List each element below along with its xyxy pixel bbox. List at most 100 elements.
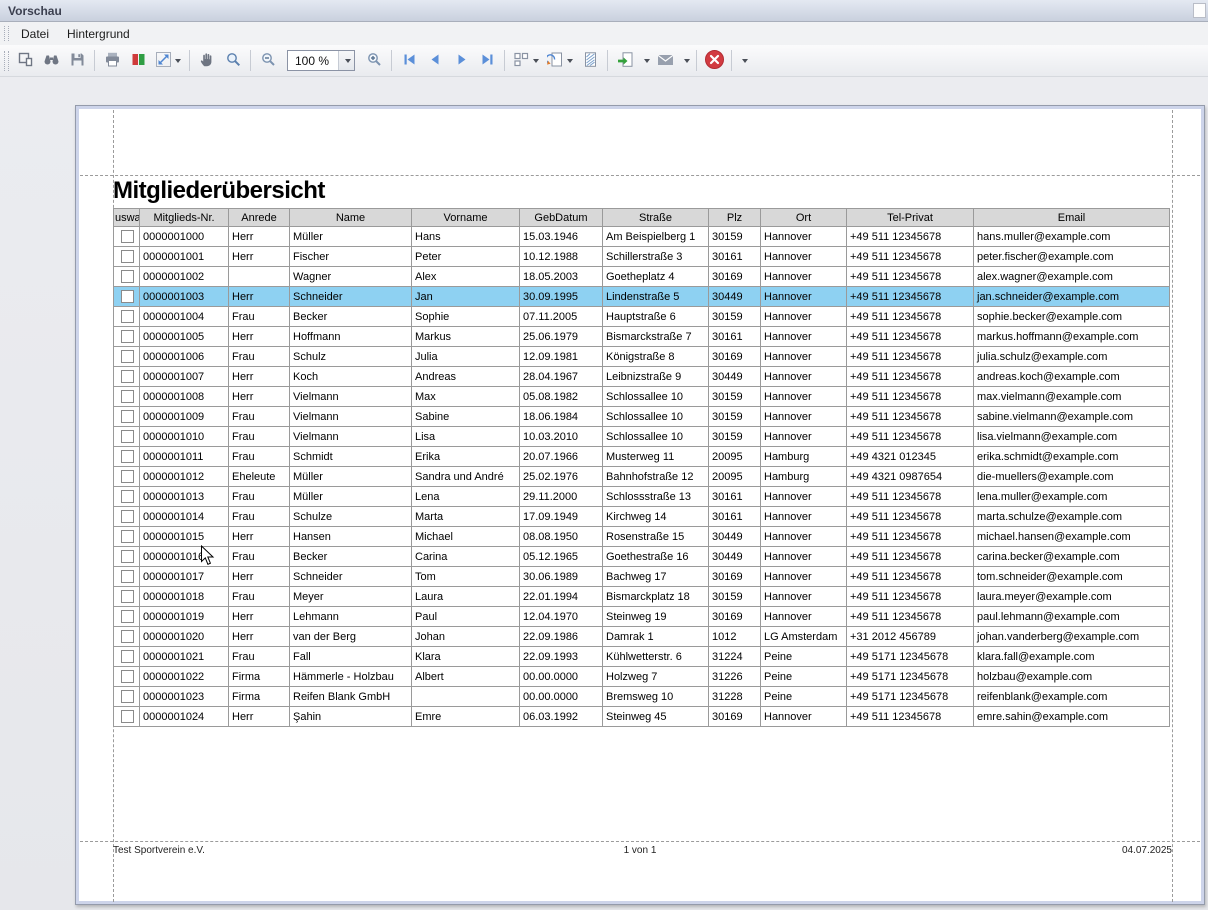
row-checkbox[interactable]: [121, 330, 134, 343]
table-cell: 20095: [709, 447, 761, 467]
table-cell: Albert: [412, 667, 520, 687]
last-page-button[interactable]: [474, 48, 500, 74]
table-row[interactable]: 0000001006FrauSchulzJulia12.09.1981König…: [114, 347, 1170, 367]
table-row[interactable]: 0000001022FirmaHämmerle - HolzbauAlbert0…: [114, 667, 1170, 687]
table-row[interactable]: 0000001013FrauMüllerLena29.11.2000Schlos…: [114, 487, 1170, 507]
find-button[interactable]: [38, 48, 64, 74]
scale-button[interactable]: [151, 48, 185, 74]
preview-surface[interactable]: Mitgliederübersicht uswaMitglieds-Nr.Anr…: [0, 77, 1208, 910]
watermark-button[interactable]: [543, 48, 577, 74]
first-page-button[interactable]: [396, 48, 422, 74]
zoom-level-combobox[interactable]: 100 %: [287, 50, 355, 71]
row-checkbox[interactable]: [121, 270, 134, 283]
row-checkbox[interactable]: [121, 710, 134, 723]
export-button[interactable]: [612, 48, 638, 74]
save-button[interactable]: [64, 48, 90, 74]
table-row[interactable]: 0000001017HerrSchneiderTom30.06.1989Bach…: [114, 567, 1170, 587]
row-checkbox[interactable]: [121, 390, 134, 403]
table-row[interactable]: 0000001020Herrvan der BergJohan22.09.198…: [114, 627, 1170, 647]
row-checkbox[interactable]: [121, 530, 134, 543]
page-setup-button[interactable]: [12, 48, 38, 74]
table-row[interactable]: 0000001007HerrKochAndreas28.04.1967Leibn…: [114, 367, 1170, 387]
email-options-button[interactable]: [678, 49, 692, 73]
row-checkbox[interactable]: [121, 350, 134, 363]
row-checkbox[interactable]: [121, 470, 134, 483]
table-row[interactable]: 0000001005HerrHoffmannMarkus25.06.1979Bi…: [114, 327, 1170, 347]
row-checkbox[interactable]: [121, 410, 134, 423]
row-checkbox[interactable]: [121, 490, 134, 503]
zoom-tool-button[interactable]: [220, 48, 246, 74]
row-checkbox[interactable]: [121, 690, 134, 703]
table-row[interactable]: 0000001000HerrMüllerHans15.03.1946Am Bei…: [114, 227, 1170, 247]
table-row[interactable]: 0000001014FrauSchulzeMarta17.09.1949Kirc…: [114, 507, 1170, 527]
hand-tool-button[interactable]: [194, 48, 220, 74]
row-checkbox[interactable]: [121, 290, 134, 303]
table-cell: 0000001010: [140, 427, 229, 447]
row-checkbox[interactable]: [121, 310, 134, 323]
table-row[interactable]: 0000001003HerrSchneiderJan30.09.1995Lind…: [114, 287, 1170, 307]
close-preview-button[interactable]: [701, 48, 727, 74]
table-cell: Schneider: [290, 287, 412, 307]
table-row[interactable]: 0000001004FrauBeckerSophie07.11.2005Haup…: [114, 307, 1170, 327]
table-cell: Firma: [229, 687, 290, 707]
table-cell: Alex: [412, 267, 520, 287]
table-row[interactable]: 0000001012EheleuteMüllerSandra und André…: [114, 467, 1170, 487]
table-row[interactable]: 0000001015HerrHansenMichael08.08.1950Ros…: [114, 527, 1170, 547]
table-cell: Vielmann: [290, 407, 412, 427]
row-checkbox[interactable]: [121, 550, 134, 563]
menu-hintergrund[interactable]: Hintergrund: [58, 24, 139, 44]
export-options-button[interactable]: [638, 49, 652, 73]
print-button[interactable]: [99, 48, 125, 74]
row-checkbox[interactable]: [121, 430, 134, 443]
row-checkbox[interactable]: [121, 510, 134, 523]
zoom-out-button[interactable]: [255, 48, 281, 74]
zoom-in-button[interactable]: [361, 48, 387, 74]
table-cell: Steinweg 19: [603, 607, 709, 627]
zoom-combobox-dropdown[interactable]: [338, 51, 354, 70]
table-cell: Kühlwetterstr. 6: [603, 647, 709, 667]
row-checkbox[interactable]: [121, 630, 134, 643]
toolbar-grip[interactable]: [4, 51, 9, 71]
row-checkbox[interactable]: [121, 570, 134, 583]
table-row[interactable]: 0000001019HerrLehmannPaul12.04.1970Stein…: [114, 607, 1170, 627]
row-checkbox[interactable]: [121, 590, 134, 603]
table-cell: michael.hansen@example.com: [974, 527, 1170, 547]
next-page-button[interactable]: [448, 48, 474, 74]
row-checkbox[interactable]: [121, 450, 134, 463]
report-page: Mitgliederübersicht uswaMitglieds-Nr.Anr…: [75, 105, 1205, 905]
row-checkbox[interactable]: [121, 230, 134, 243]
table-row[interactable]: 0000001023FirmaReifen Blank GmbH00.00.00…: [114, 687, 1170, 707]
row-checkbox[interactable]: [121, 650, 134, 663]
checkbox-cell: [114, 387, 140, 407]
page-color-button[interactable]: [125, 48, 151, 74]
window-control-button[interactable]: [1193, 3, 1206, 18]
table-row[interactable]: 0000001011FrauSchmidtErika20.07.1966Must…: [114, 447, 1170, 467]
table-cell: Max: [412, 387, 520, 407]
row-checkbox[interactable]: [121, 250, 134, 263]
table-cell: 25.02.1976: [520, 467, 603, 487]
page-background-button[interactable]: [577, 48, 603, 74]
table-row[interactable]: 0000001021FrauFallKlara22.09.1993Kühlwet…: [114, 647, 1170, 667]
menubar-grip[interactable]: [4, 26, 9, 41]
table-row[interactable]: 0000001009FrauVielmannSabine18.06.1984Sc…: [114, 407, 1170, 427]
table-row[interactable]: 0000001002WagnerAlex18.05.2003Goetheplat…: [114, 267, 1170, 287]
table-row[interactable]: 0000001024HerrŞahinEmre06.03.1992Steinwe…: [114, 707, 1170, 727]
table-cell: Musterweg 11: [603, 447, 709, 467]
menubar: Datei Hintergrund: [0, 22, 1208, 45]
row-checkbox[interactable]: [121, 610, 134, 623]
table-row[interactable]: 0000001008HerrVielmannMax05.08.1982Schlo…: [114, 387, 1170, 407]
table-row[interactable]: 0000001016FrauBeckerCarina05.12.1965Goet…: [114, 547, 1170, 567]
table-row[interactable]: 0000001010FrauVielmannLisa10.03.2010Schl…: [114, 427, 1170, 447]
toolbar-overflow-button[interactable]: [736, 49, 750, 73]
row-checkbox[interactable]: [121, 670, 134, 683]
table-row[interactable]: 0000001001HerrFischerPeter10.12.1988Schi…: [114, 247, 1170, 267]
previous-page-button[interactable]: [422, 48, 448, 74]
multipage-view-button[interactable]: [509, 48, 543, 74]
email-button[interactable]: [652, 48, 678, 74]
row-checkbox[interactable]: [121, 370, 134, 383]
menu-datei[interactable]: Datei: [12, 24, 58, 44]
table-row[interactable]: 0000001018FrauMeyerLaura22.01.1994Bismar…: [114, 587, 1170, 607]
margin-guide-footer: [80, 841, 1200, 842]
table-cell: 12.09.1981: [520, 347, 603, 367]
table-cell: Marta: [412, 507, 520, 527]
